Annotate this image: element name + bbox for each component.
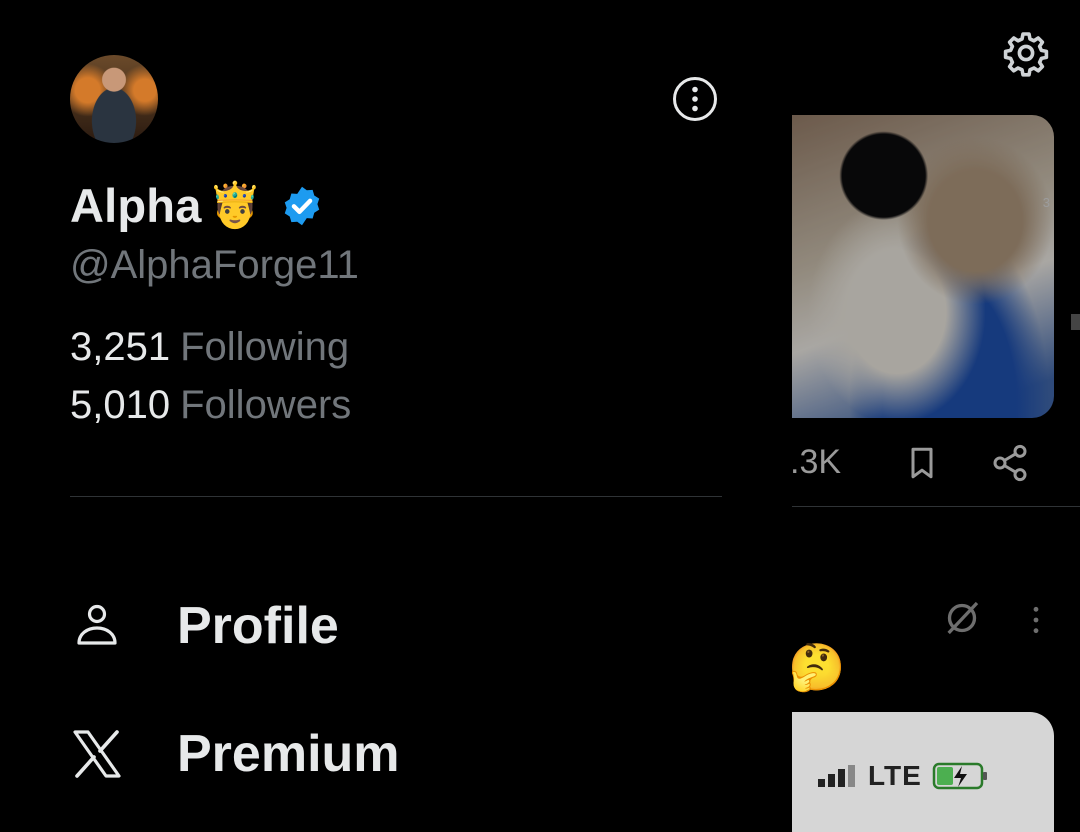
following-count: 3,251 xyxy=(70,325,171,369)
nav-item-profile[interactable]: Profile xyxy=(70,596,339,656)
account-more-options-icon[interactable] xyxy=(671,75,719,123)
thinking-emoji: 🤔 xyxy=(788,641,846,693)
display-name: Alpha xyxy=(70,179,202,232)
x-logo-icon xyxy=(73,730,121,778)
timeline-divider xyxy=(792,506,1080,507)
followers-count: 5,010 xyxy=(70,383,171,427)
battery-charging-icon xyxy=(932,762,987,790)
profile-name-row[interactable]: Alpha 🤴 xyxy=(70,178,324,233)
person-icon xyxy=(77,604,117,645)
verified-badge-icon xyxy=(285,186,320,225)
profile-handle[interactable]: @AlphaForge11 xyxy=(70,243,359,288)
following-label: Following xyxy=(180,325,350,369)
not-interested-icon[interactable] xyxy=(942,598,982,638)
signal-icon xyxy=(818,765,858,787)
drawer-divider xyxy=(70,496,722,497)
post-media-image[interactable]: 3 xyxy=(792,115,1054,418)
post-view-count: .3K xyxy=(790,443,842,481)
nav-item-premium[interactable]: Premium xyxy=(70,724,400,784)
settings-gear-icon[interactable] xyxy=(1002,29,1050,77)
post-more-icon[interactable] xyxy=(1024,604,1048,636)
side-drawer: Alpha 🤴 @AlphaForge11 3,251 Following 5,0… xyxy=(0,0,792,814)
bookmark-icon[interactable] xyxy=(904,444,940,482)
followers-stat[interactable]: 5,010 Followers xyxy=(70,383,351,428)
network-label: LTE xyxy=(868,760,922,791)
scrollbar-thumb[interactable] xyxy=(1071,314,1080,330)
crown-emoji: 🤴 xyxy=(207,180,263,230)
media-count: 3 xyxy=(1042,195,1050,210)
phone-status-bar: LTE xyxy=(818,760,990,792)
nav-label-profile: Profile xyxy=(177,597,339,655)
avatar[interactable] xyxy=(70,55,158,143)
following-stat[interactable]: 3,251 Following xyxy=(70,325,349,370)
share-icon[interactable] xyxy=(990,443,1030,483)
nav-label-premium: Premium xyxy=(177,725,400,783)
followers-label: Followers xyxy=(180,383,352,427)
